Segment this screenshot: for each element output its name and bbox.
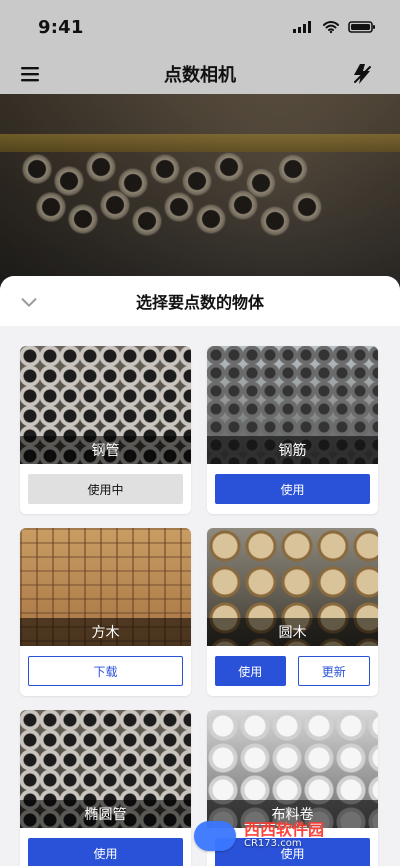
status-icons: [292, 20, 376, 34]
object-label: 椭圆管: [20, 800, 191, 828]
object-image: 椭圆管: [20, 710, 191, 828]
object-image: 方木: [20, 528, 191, 646]
watermark-line2: CR173.com: [244, 838, 302, 850]
battery-icon: [348, 21, 375, 33]
object-card-oval-pipe[interactable]: 椭圆管 使用: [20, 710, 191, 866]
object-label: 钢筋: [207, 436, 378, 464]
status-time: 9:41: [38, 16, 84, 38]
button-row: 使用: [215, 474, 370, 504]
object-card-rebar[interactable]: 钢筋 使用: [207, 346, 378, 514]
download-button[interactable]: 下载: [28, 656, 183, 686]
object-label: 圆木: [207, 618, 378, 646]
signal-icon: [293, 21, 311, 33]
object-card-timber[interactable]: 方木 下载: [20, 528, 191, 696]
watermark-badge-icon: [194, 821, 236, 851]
status-bar: 9:41: [0, 0, 400, 54]
object-grid: 钢管 使用中 钢筋 使用 方木 下载 圆木 使用 更新 椭圆管 使用 布料卷 使…: [20, 346, 380, 866]
sheet-header: 选择要点数的物体: [0, 276, 400, 326]
sheet-title: 选择要点数的物体: [135, 293, 264, 312]
watermark-line1: 西西软件园: [244, 820, 325, 840]
object-image: 布料卷: [207, 710, 378, 828]
object-image: 钢管: [20, 346, 191, 464]
object-label: 钢管: [20, 436, 191, 464]
watermark: 西西软件园 CR173.com: [194, 816, 384, 856]
object-card-steel-pipe[interactable]: 钢管 使用中: [20, 346, 191, 514]
object-card-logs[interactable]: 圆木 使用 更新: [207, 528, 378, 696]
use-button[interactable]: 使用: [215, 656, 286, 686]
menu-icon[interactable]: [18, 62, 42, 86]
wifi-icon: [323, 21, 339, 34]
object-image: 圆木: [207, 528, 378, 646]
use-button[interactable]: 使用: [215, 474, 370, 504]
update-button[interactable]: 更新: [297, 656, 370, 686]
top-navbar: 点数相机: [0, 54, 400, 94]
object-picker-sheet: 选择要点数的物体 钢管 使用中 钢筋 使用 方木 下载 圆木 使用 更新 椭圆管…: [0, 276, 400, 866]
in-use-button[interactable]: 使用中: [28, 474, 183, 504]
chevron-down-icon[interactable]: [18, 291, 40, 313]
page-title: 点数相机: [164, 65, 236, 86]
button-row: 使用 更新: [215, 656, 370, 686]
flash-off-icon[interactable]: [350, 62, 374, 86]
button-row: 下载: [28, 656, 183, 686]
use-button[interactable]: 使用: [28, 838, 183, 866]
object-label: 方木: [20, 618, 191, 646]
button-row: 使用中: [28, 474, 183, 504]
watermark-text: 西西软件园 CR173.com: [244, 822, 324, 849]
object-image: 钢筋: [207, 346, 378, 464]
button-row: 使用: [28, 838, 183, 866]
